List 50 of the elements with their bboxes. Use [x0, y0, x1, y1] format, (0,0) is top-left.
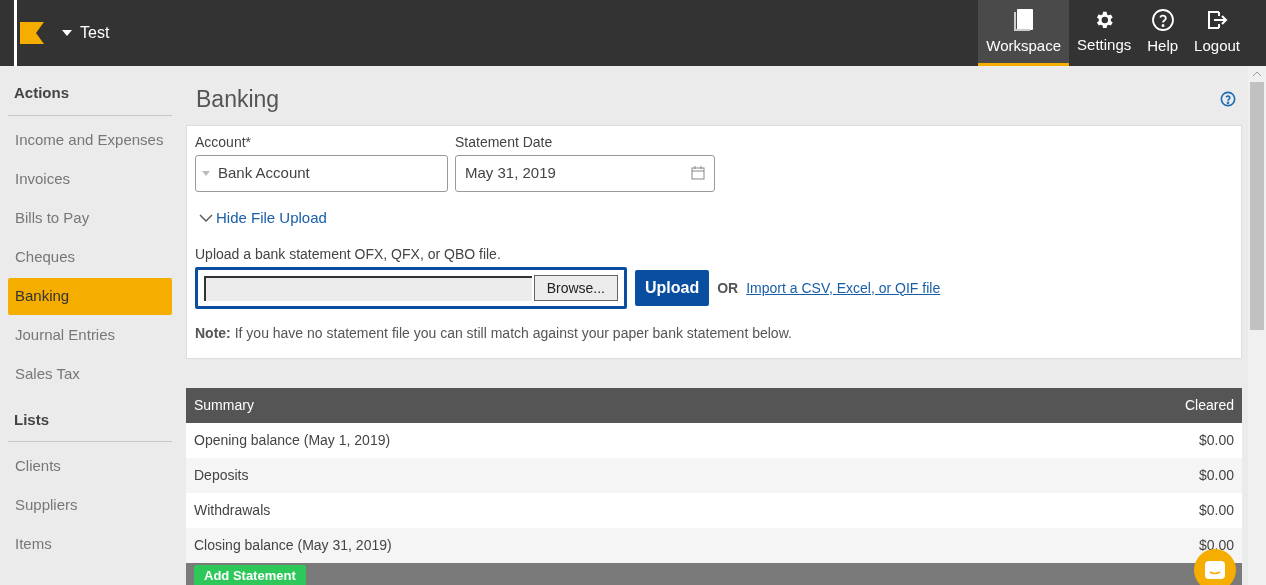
book-icon: [1012, 8, 1035, 33]
calendar-icon: [691, 166, 705, 180]
help-icon[interactable]: [1220, 91, 1236, 108]
page-title: Banking: [196, 85, 280, 114]
section-heading: Actions: [8, 82, 172, 116]
sidebar-item[interactable]: Cheques: [8, 238, 172, 276]
date-field[interactable]: May 31, 2019: [455, 154, 715, 192]
account-dropdown[interactable]: Bank Account: [195, 154, 448, 192]
table-cell: $0.00: [995, 423, 1242, 458]
note-text: Note: If you have no statement file you can still match against your paper bank statement below.: [195, 324, 793, 343]
organization-menu[interactable]: Test: [62, 21, 110, 45]
column-header: Cleared: [995, 388, 1242, 423]
nav-tab[interactable]: Help: [1139, 0, 1187, 66]
import-link[interactable]: Import a CSV, Excel, or QIF file: [746, 277, 941, 299]
table-cell: $0.00: [995, 493, 1242, 528]
table-cell: $0.00: [995, 528, 1242, 563]
nav-tab[interactable]: Logout: [1186, 0, 1248, 66]
flag-logo-icon: [20, 22, 44, 44]
table-cell: Withdrawals: [186, 493, 996, 528]
section-heading: Lists: [8, 408, 172, 442]
sidebar-item[interactable]: Clients: [8, 448, 172, 485]
sidebar-item[interactable]: Income and Expenses: [8, 121, 172, 159]
upload-button[interactable]: Upload: [635, 270, 710, 306]
file-input[interactable]: Browse...: [195, 267, 627, 309]
table-cell: $0.00: [995, 458, 1242, 493]
sidebar-item[interactable]: Journal Entries: [8, 316, 172, 354]
table-cell: Deposits: [186, 458, 996, 493]
browse-button[interactable]: Browse...: [533, 275, 618, 301]
upload-hint: Upload a bank statement OFX, QFX, or QBO file.: [195, 245, 502, 264]
sidebar-item[interactable]: Suppliers: [8, 487, 172, 524]
toggle-link[interactable]: Hide File Upload: [199, 206, 327, 229]
sidebar-item[interactable]: Sales Tax: [8, 355, 172, 393]
sidebar-item[interactable]: Bills to Pay: [8, 199, 172, 237]
help-icon: [1150, 8, 1175, 33]
caret-icon: [62, 30, 72, 36]
column-header: Summary: [186, 388, 996, 423]
sidebar-item[interactable]: Invoices: [8, 160, 172, 198]
or-label: OR: [717, 278, 739, 298]
sidebar-item[interactable]: Banking: [8, 277, 172, 315]
nav-tab[interactable]: Workspace: [978, 0, 1070, 66]
scrollbar[interactable]: [1248, 66, 1266, 585]
field-label: Statement Date: [455, 132, 554, 152]
nav-tab[interactable]: Settings: [1069, 0, 1140, 66]
field-label: Account*: [195, 132, 253, 152]
chat-icon: [1204, 560, 1226, 580]
table-cell: Opening balance (May 1, 2019): [186, 423, 996, 458]
chevron-icon: [199, 213, 213, 222]
sidebar-item[interactable]: Items: [8, 526, 172, 563]
caret-icon: [202, 170, 210, 176]
table-cell: Closing balance (May 31, 2019): [186, 528, 996, 563]
